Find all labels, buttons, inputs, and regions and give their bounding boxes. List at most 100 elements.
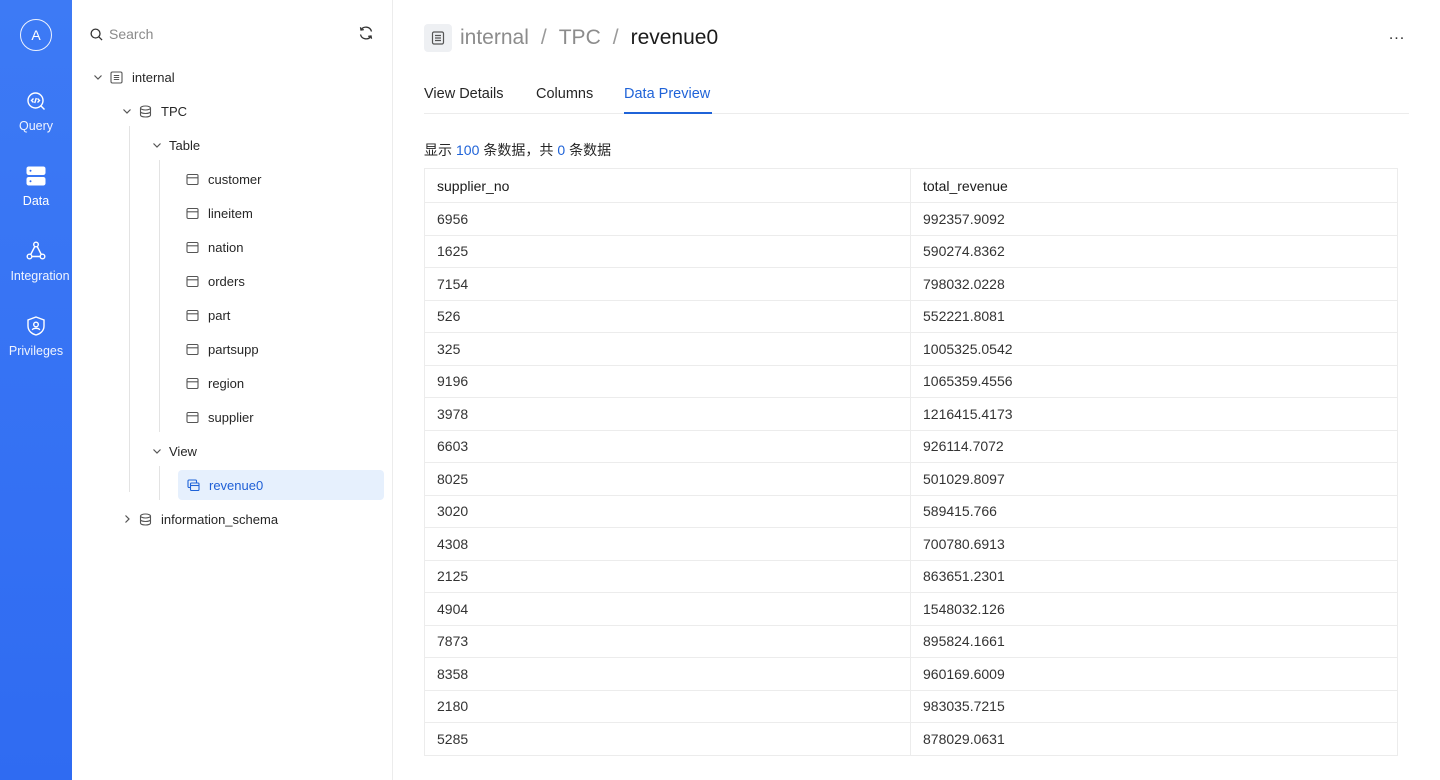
table-row[interactable]: 9196 1065359.4556 (424, 364, 1398, 398)
nav-rail: A Query Data Integration Privileges (0, 0, 72, 780)
table-cell: 798032.0228 (910, 267, 1398, 301)
summary-suffix: 条数据 (569, 142, 612, 158)
table-row[interactable]: 4904 1548032.126 (424, 592, 1398, 626)
privileges-icon (27, 316, 45, 336)
table-row[interactable]: 6956 992357.9092 (424, 202, 1398, 236)
table-icon (186, 309, 199, 321)
table-row[interactable]: 4308 700780.6913 (424, 527, 1398, 561)
breadcrumb-schema[interactable]: TPC (559, 26, 601, 50)
view-header-icon (424, 24, 452, 52)
table-row[interactable]: 325 1005325.0542 (424, 332, 1398, 366)
table-cell: 895824.1661 (910, 624, 1398, 658)
table-cell: 4904 (424, 592, 911, 626)
table-icon (186, 377, 199, 389)
table-icon (186, 411, 199, 423)
chevron-down-icon (153, 143, 161, 148)
table-row[interactable]: 7873 895824.1661 (424, 624, 1398, 658)
tree-node-information-schema[interactable]: information_schema (121, 504, 278, 534)
nav-item-privileges[interactable]: Privileges (0, 316, 72, 380)
summary-prefix: 显示 (424, 142, 452, 158)
tree-node-view-group[interactable]: View (151, 436, 197, 466)
nav-item-data-label: Data (22, 194, 50, 208)
tab-data-preview[interactable]: Data Preview (624, 86, 710, 102)
table-row[interactable]: 8358 960169.6009 (424, 657, 1398, 691)
chevron-down-icon (153, 449, 161, 454)
table-row[interactable]: 3978 1216415.4173 (424, 397, 1398, 431)
database-tree-panel: internal TPC Table customer lineitem nat… (72, 0, 393, 780)
search-input[interactable] (109, 26, 309, 42)
table-cell: 9196 (424, 364, 911, 398)
active-tab-indicator (624, 112, 712, 114)
table-cell: 7873 (424, 624, 911, 658)
table-icon (186, 343, 199, 355)
nav-item-data[interactable]: Data (0, 166, 72, 230)
tree-node-table[interactable]: region (186, 368, 244, 398)
table-cell: 5285 (424, 722, 911, 756)
chevron-down-icon (94, 75, 102, 80)
tree-node-table[interactable]: orders (186, 266, 245, 296)
table-row[interactable]: 526 552221.8081 (424, 299, 1398, 333)
table-row[interactable]: 5285 878029.0631 (424, 722, 1398, 756)
table-cell: 4308 (424, 527, 911, 561)
table-cell: 1625 (424, 234, 911, 268)
more-options-button[interactable]: ... (1385, 26, 1409, 46)
refresh-icon[interactable] (358, 25, 374, 41)
tab-view-details[interactable]: View Details (424, 86, 504, 102)
table-row[interactable]: 2125 863651.2301 (424, 559, 1398, 593)
tree-node-view-revenue0[interactable]: revenue0 (178, 470, 384, 500)
nav-item-integration-label: Integration (10, 269, 70, 283)
table-cell: 1065359.4556 (910, 364, 1398, 398)
table-row[interactable]: 1625 590274.8362 (424, 234, 1398, 268)
tree-node-table[interactable]: lineitem (186, 198, 253, 228)
table-cell: 1005325.0542 (910, 332, 1398, 366)
tree-guide (159, 160, 160, 432)
table-row[interactable]: 2180 983035.7215 (424, 689, 1398, 723)
table-cell: 7154 (424, 267, 911, 301)
column-header[interactable]: total_revenue (910, 168, 1398, 203)
catalog-icon (431, 31, 445, 45)
search-icon (90, 27, 103, 41)
table-row[interactable]: 6603 926114.7072 (424, 429, 1398, 463)
tree-node-table-group[interactable]: Table (151, 130, 200, 160)
table-cell: 3978 (424, 397, 911, 431)
breadcrumb-separator: / (612, 26, 619, 49)
table-icon (186, 207, 199, 219)
tree-node-table[interactable]: part (186, 300, 230, 330)
table-cell: 1548032.126 (910, 592, 1398, 626)
tree-node-table[interactable]: customer (186, 164, 261, 194)
nav-item-privileges-label: Privileges (8, 344, 64, 358)
breadcrumb-catalog[interactable]: internal (460, 26, 529, 50)
table-cell: 700780.6913 (910, 527, 1398, 561)
summary-shown-count: 100 (456, 142, 480, 158)
table-cell: 6956 (424, 202, 911, 236)
table-row[interactable]: 7154 798032.0228 (424, 267, 1398, 301)
table-icon (186, 173, 199, 185)
tree-node-table[interactable]: supplier (186, 402, 254, 432)
table-cell: 926114.7072 (910, 429, 1398, 463)
summary-middle: 条数据，共 (483, 142, 554, 158)
summary-total-count: 0 (557, 142, 566, 158)
column-header[interactable]: supplier_no (424, 168, 911, 203)
table-row[interactable]: 8025 501029.8097 (424, 462, 1398, 496)
tree-node-label: Table (169, 137, 201, 153)
table-icon (186, 275, 199, 287)
table-cell: 501029.8097 (910, 462, 1398, 496)
breadcrumb-separator: / (540, 26, 547, 49)
app-window: A Query Data Integration Privileges Sear… (0, 0, 1440, 780)
nav-item-integration[interactable]: Integration (0, 241, 72, 305)
tree-node-table[interactable]: partsupp (186, 334, 259, 364)
catalog-icon (110, 70, 123, 84)
breadcrumb-current: revenue0 (630, 26, 719, 49)
nav-item-query[interactable]: Query (0, 91, 72, 155)
avatar[interactable]: A (20, 19, 52, 51)
tab-bar: View Details Columns Data Preview (424, 78, 1409, 114)
tree-node-label: customer (208, 171, 262, 187)
chevron-down-icon (123, 109, 131, 114)
table-row[interactable]: 3020 589415.766 (424, 494, 1398, 528)
main-content: internal / TPC / revenue0 ... View Detai… (393, 0, 1440, 780)
tree-node-table[interactable]: nation (186, 232, 243, 262)
table-header-row: supplier_no total_revenue (424, 168, 1398, 203)
tree-node-internal[interactable]: internal (92, 62, 175, 92)
tab-columns[interactable]: Columns (536, 86, 593, 102)
tree-node-tpc[interactable]: TPC (121, 96, 187, 126)
